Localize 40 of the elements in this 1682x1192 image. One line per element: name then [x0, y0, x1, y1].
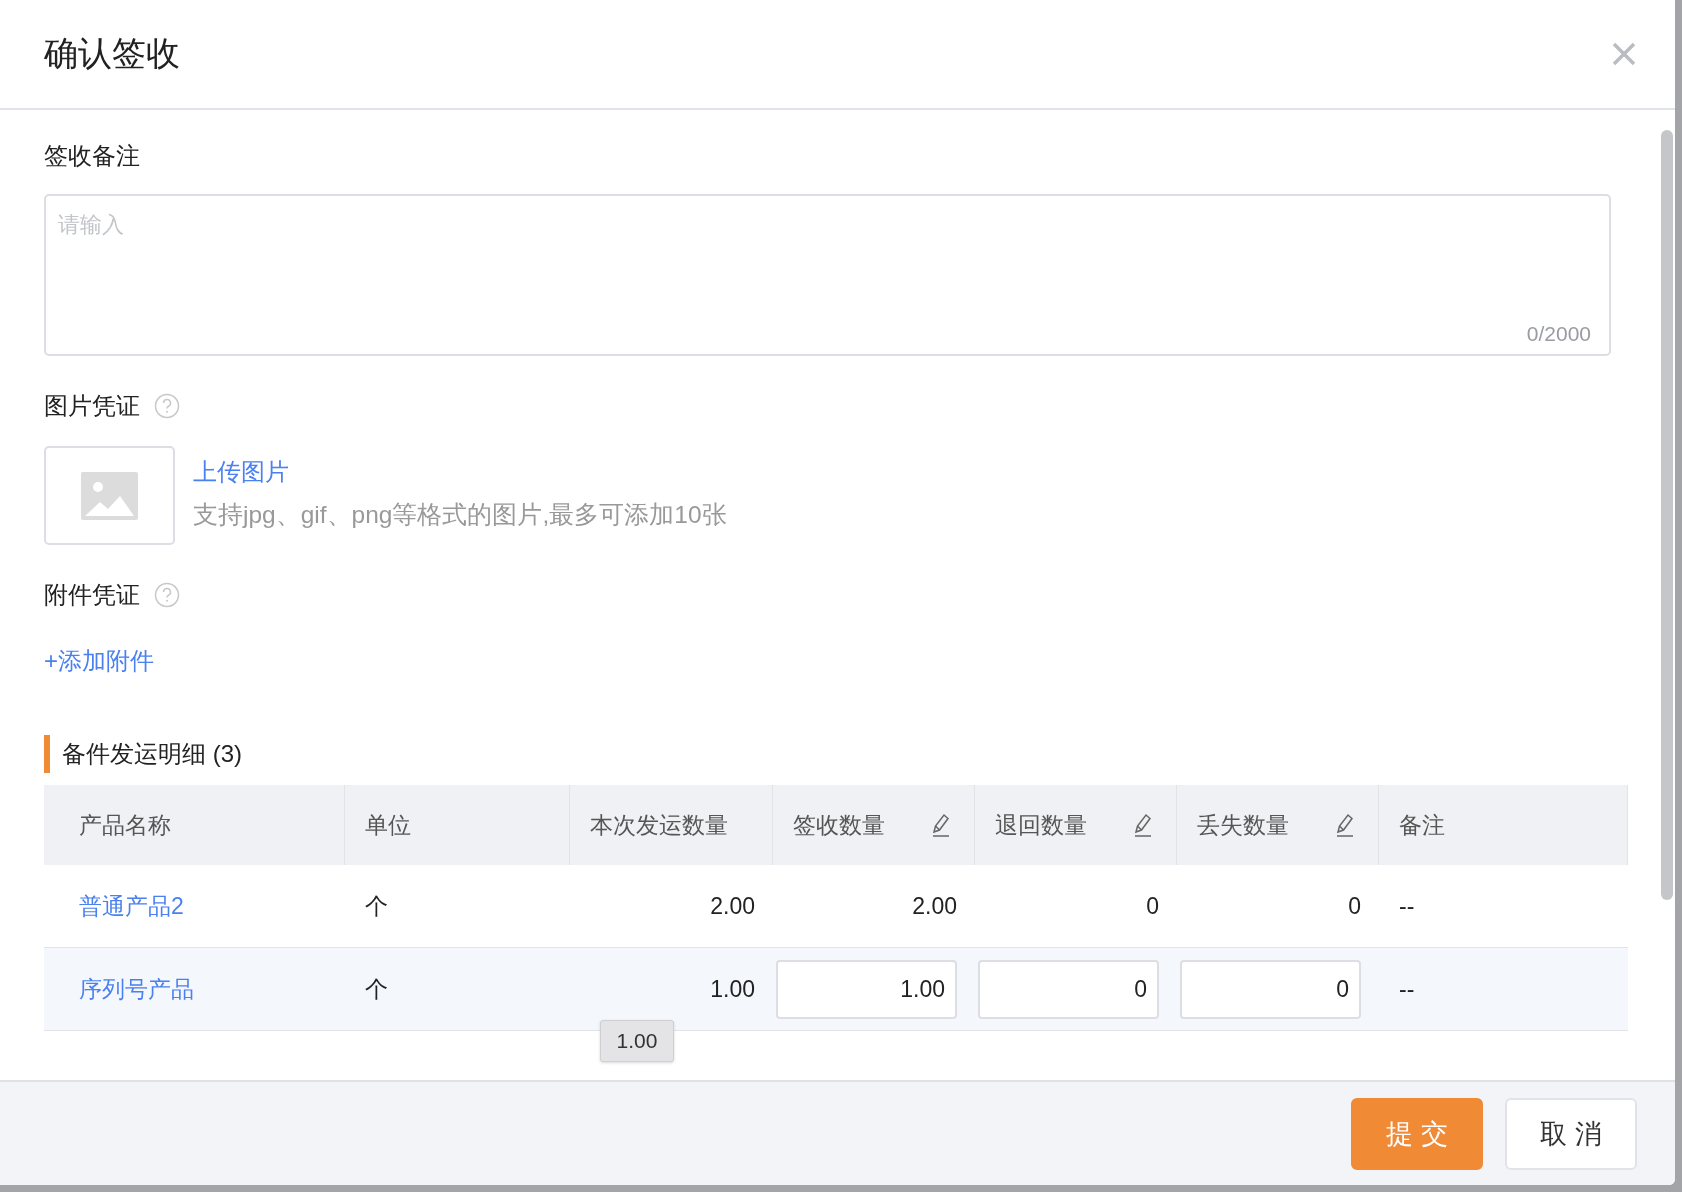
- product-link[interactable]: 序列号产品: [79, 973, 194, 1005]
- field-label: 签收备注: [44, 141, 140, 171]
- help-icon[interactable]: [154, 393, 180, 419]
- column-title: 产品名称: [79, 810, 171, 840]
- table-cell-text: --: [1399, 892, 1415, 920]
- add-attachment-link[interactable]: +添加附件: [44, 645, 154, 677]
- upload-hint: 支持jpg、gif、png等格式的图片,最多可添加10张: [193, 500, 727, 530]
- submit-button[interactable]: 提 交: [1351, 1097, 1483, 1170]
- table-cell-text: --: [1399, 975, 1415, 1003]
- field-label: 图片凭证: [44, 391, 140, 421]
- dialog-title: 确认签收: [44, 33, 180, 74]
- quantity-input[interactable]: 1.00: [776, 959, 957, 1019]
- table-cell-text: 个: [365, 974, 388, 1004]
- column-title: 签收数量: [793, 810, 885, 840]
- section-title: 备件发运明细 (3): [62, 739, 242, 769]
- cancel-button[interactable]: 取 消: [1505, 1097, 1637, 1170]
- image-upload-box[interactable]: [44, 446, 175, 545]
- table-cell-text: 1.00: [710, 975, 755, 1003]
- table-cell-text: 2.00: [710, 892, 755, 920]
- field-label: 附件凭证: [44, 580, 140, 610]
- table-cell-text: 0: [1146, 892, 1159, 920]
- scrollbar[interactable]: [1661, 130, 1673, 900]
- column-title: 备注: [1399, 810, 1445, 840]
- product-link[interactable]: 普通产品2: [79, 890, 184, 922]
- section-accent-bar: [44, 735, 50, 773]
- character-counter: 0/2000: [1526, 322, 1591, 346]
- table-cell-text: 2.00: [912, 892, 957, 920]
- upload-image-link[interactable]: 上传图片: [193, 456, 289, 488]
- table-cell-text: 个: [365, 891, 388, 921]
- value-tooltip: 1.00: [600, 1020, 674, 1062]
- column-title: 退回数量: [995, 810, 1087, 840]
- help-icon[interactable]: [154, 582, 180, 608]
- close-icon[interactable]: [1611, 41, 1637, 67]
- table-cell-text: 0: [1348, 892, 1361, 920]
- quantity-input[interactable]: 0: [978, 959, 1159, 1019]
- column-title: 本次发运数量: [590, 810, 728, 840]
- column-title: 单位: [365, 810, 411, 840]
- image-placeholder-icon: [81, 471, 138, 520]
- quantity-input[interactable]: 0: [1180, 959, 1361, 1019]
- column-title: 丢失数量: [1197, 810, 1289, 840]
